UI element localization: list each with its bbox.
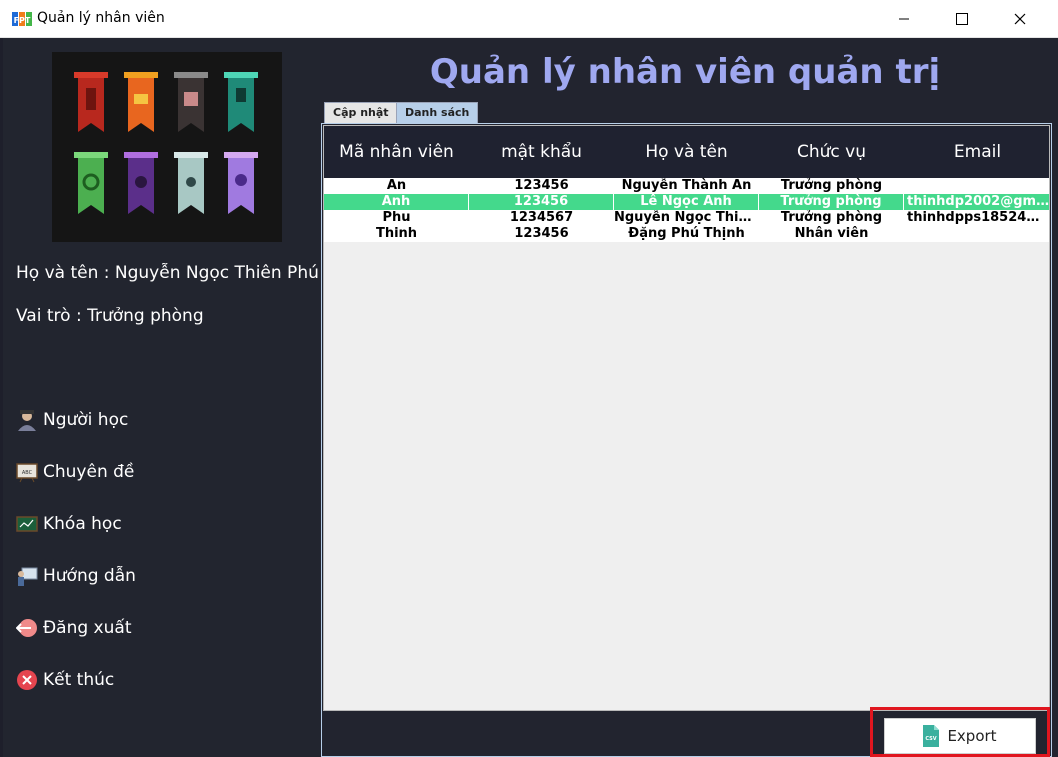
menu-label: Hướng dẫn [43,566,136,586]
cell-role: Trưởng phòng [780,210,883,225]
cell-name: Lê Ngọc Anh [614,194,759,210]
logout-icon [15,616,39,640]
table-header: Mã nhân viên mật khẩu Họ và tên Chức vụ … [324,126,1049,178]
table-row[interactable]: An 123456 Nguyễn Thành An Trưởng phòng [324,178,1049,194]
menu-item-ket-thuc[interactable]: Kết thúc [15,666,114,694]
cell-password: 123456 [514,178,569,193]
menu-item-dang-xuat[interactable]: Đăng xuất [15,614,131,642]
maximize-icon [956,13,968,25]
column-header[interactable]: Họ và tên [614,126,759,178]
cell-email: thinhdpps18524@... [907,210,1050,225]
table-row-selected[interactable]: Anh 123456 Lê Ngọc Anh Trưởng phòng thin… [324,194,1049,210]
table-body: An 123456 Nguyễn Thành An Trưởng phòng A… [324,178,1050,242]
tab-danh-sach[interactable]: Danh sách [396,102,479,123]
svg-text:ABC: ABC [22,470,33,476]
main-panel: Quản lý nhân viên quản trị Cập nhật Danh… [320,38,1058,757]
menu-label: Khóa học [43,514,122,534]
student-icon [15,408,39,432]
cell-role: Trưởng phòng [780,178,883,193]
close-icon [1014,13,1026,25]
banners-logo-image [52,52,282,242]
close-button[interactable] [991,0,1049,38]
column-header[interactable]: Email [904,126,1049,178]
cell-id: Thinh [375,226,418,241]
cell-password: 1234567 [509,210,574,225]
svg-text:FPT: FPT [14,16,31,25]
export-label: Export [947,727,997,745]
table-row[interactable]: Thinh 123456 Đặng Phú Thịnh Nhân viên [324,226,1049,242]
sidebar: Họ và tên : Nguyễn Ngọc Thiên Phú Vai tr… [3,38,320,757]
cell-id: An [386,178,407,193]
chart-board-icon [15,512,39,536]
cell-name: Nguyễn Ngọc Thiê... [614,210,759,225]
cell-email [904,226,1049,242]
menu-label: Đăng xuất [43,618,132,638]
close-circle-icon [15,668,39,692]
table-row[interactable]: Phu 1234567 Nguyễn Ngọc Thiê... Trưởng p… [324,210,1050,226]
maximize-button[interactable] [933,0,991,38]
blackboard-icon: ABC [15,460,39,484]
cell-id: Phu [382,210,411,225]
user-name-label: Họ và tên : Nguyễn Ngọc Thiên Phú [16,263,319,283]
svg-text:CSV: CSV [926,736,937,742]
fpt-logo-icon: FPT [12,12,32,26]
csv-file-icon: CSV [923,725,940,747]
tab-cap-nhat[interactable]: Cập nhật [324,102,398,123]
menu-item-huong-dan[interactable]: Hướng dẫn [15,562,136,590]
window-title: Quản lý nhân viên [37,10,165,26]
column-header[interactable]: Mã nhân viên [324,126,469,178]
column-header[interactable]: mật khẩu [469,126,614,178]
page-title: Quản lý nhân viên quản trị [429,52,941,92]
menu-item-khoa-hoc[interactable]: Khóa học [15,510,122,538]
minimize-icon [899,18,909,20]
menu-item-chuyen-de[interactable]: ABC Chuyên đề [15,458,134,486]
cell-name: Nguyễn Thành An [621,178,752,193]
menu-item-nguoi-hoc[interactable]: Người học [15,406,128,434]
menu-label: Người học [43,410,129,430]
cell-role: Nhân viên [794,226,869,241]
cell-email: thinhdp2002@gm... [904,194,1049,210]
user-role-label: Vai trò : Trưởng phòng [16,306,204,326]
presentation-icon [15,564,39,588]
cell-email [904,178,1049,194]
cell-role: Trưởng phòng [759,194,904,210]
export-button[interactable]: CSV Export [884,718,1036,754]
window-titlebar: FPT Quản lý nhân viên [0,0,1058,38]
menu-label: Kết thúc [43,670,115,690]
employee-table: Mã nhân viên mật khẩu Họ và tên Chức vụ … [323,125,1050,711]
tab-content-panel: Mã nhân viên mật khẩu Họ và tên Chức vụ … [321,123,1052,757]
minimize-button[interactable] [875,0,933,38]
cell-id: Anh [324,194,469,210]
cell-name: Đặng Phú Thịnh [628,226,745,241]
column-header[interactable]: Chức vụ [759,126,904,178]
cell-password: 123456 [514,226,569,241]
menu-label: Chuyên đề [43,462,135,482]
cell-password: 123456 [469,194,614,210]
